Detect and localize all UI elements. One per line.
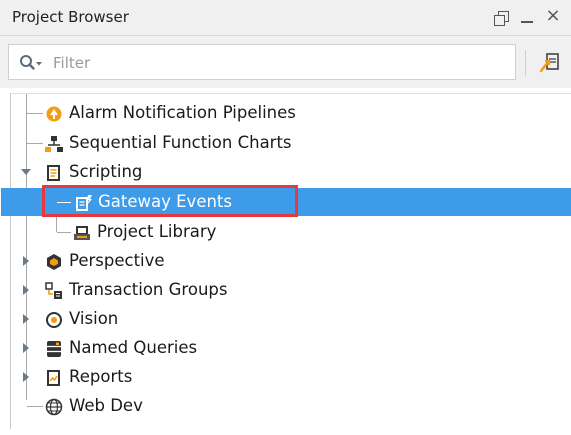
reports-icon bbox=[45, 368, 63, 386]
filter-box bbox=[8, 44, 516, 80]
gateway-events-icon bbox=[75, 193, 93, 211]
tree-item-label: Transaction Groups bbox=[69, 280, 228, 299]
tree-connector bbox=[27, 143, 43, 144]
tree-item-perspective[interactable]: Perspective bbox=[1, 247, 571, 275]
project-library-icon bbox=[73, 223, 91, 241]
tree-item-named-queries[interactable]: Named Queries bbox=[1, 334, 571, 362]
expand-arrow-icon[interactable] bbox=[23, 314, 29, 324]
tree-item-vision[interactable]: Vision bbox=[1, 305, 571, 333]
tree-item-label: Project Library bbox=[97, 222, 217, 241]
toolbar-divider bbox=[525, 50, 526, 76]
restore-button[interactable] bbox=[491, 7, 511, 27]
web-dev-icon bbox=[45, 397, 63, 416]
vision-icon bbox=[45, 310, 63, 328]
named-queries-icon bbox=[45, 339, 63, 357]
expand-arrow-icon[interactable] bbox=[23, 285, 29, 295]
tree-connector bbox=[57, 202, 71, 203]
expand-arrow-icon[interactable] bbox=[23, 372, 29, 382]
tree-item-label: Vision bbox=[69, 309, 119, 328]
panel-title: Project Browser bbox=[12, 8, 129, 26]
tree-item-project-library[interactable]: Project Library bbox=[1, 218, 571, 246]
tree-item-transaction-groups[interactable]: Transaction Groups bbox=[1, 276, 571, 304]
tree-item-scripting[interactable]: Scripting bbox=[1, 158, 571, 186]
tree-item-web-dev[interactable]: Web Dev bbox=[1, 392, 571, 420]
tree-connector bbox=[57, 232, 71, 233]
sfc-icon bbox=[45, 134, 63, 152]
close-icon: × bbox=[545, 5, 561, 26]
tree-connector bbox=[27, 113, 43, 114]
link-editor-icon bbox=[538, 53, 562, 78]
alarm-pipeline-icon bbox=[45, 104, 63, 122]
tree-connector bbox=[27, 406, 43, 407]
tree-item-label: Gateway Events bbox=[98, 192, 232, 211]
filter-input[interactable] bbox=[51, 47, 505, 79]
expand-arrow-icon[interactable] bbox=[23, 256, 29, 266]
filter-bar bbox=[0, 36, 571, 88]
link-with-editor-button[interactable] bbox=[538, 50, 562, 74]
collapse-arrow-icon[interactable] bbox=[21, 169, 31, 175]
tree-item-label: Scripting bbox=[69, 162, 143, 181]
search-icon[interactable] bbox=[19, 54, 45, 72]
tree-item-alarm-notification-pipelines[interactable]: Alarm Notification Pipelines bbox=[1, 99, 571, 127]
minimize-button[interactable] bbox=[517, 7, 537, 27]
window-controls: × bbox=[491, 5, 563, 28]
close-button[interactable]: × bbox=[543, 5, 563, 27]
tree-item-label: Perspective bbox=[69, 251, 165, 270]
tree-item-label: Reports bbox=[69, 367, 133, 386]
minimize-icon bbox=[521, 21, 533, 23]
tree-item-sequential-function-charts[interactable]: Sequential Function Charts bbox=[1, 129, 571, 157]
panel-titlebar: Project Browser × bbox=[0, 0, 571, 36]
project-tree: Alarm Notification Pipelines Sequential … bbox=[1, 93, 571, 429]
expand-arrow-icon[interactable] bbox=[23, 343, 29, 353]
tree-item-label: Named Queries bbox=[69, 338, 198, 357]
tree-item-label: Web Dev bbox=[69, 396, 143, 415]
perspective-icon bbox=[45, 252, 63, 270]
tree-item-label: Sequential Function Charts bbox=[69, 133, 292, 152]
transaction-groups-icon bbox=[45, 281, 63, 299]
tree-item-label: Alarm Notification Pipelines bbox=[69, 103, 296, 122]
tree-item-gateway-events[interactable]: Gateway Events bbox=[1, 188, 571, 216]
tree-item-reports[interactable]: Reports bbox=[1, 363, 571, 391]
scripting-icon bbox=[45, 163, 63, 181]
